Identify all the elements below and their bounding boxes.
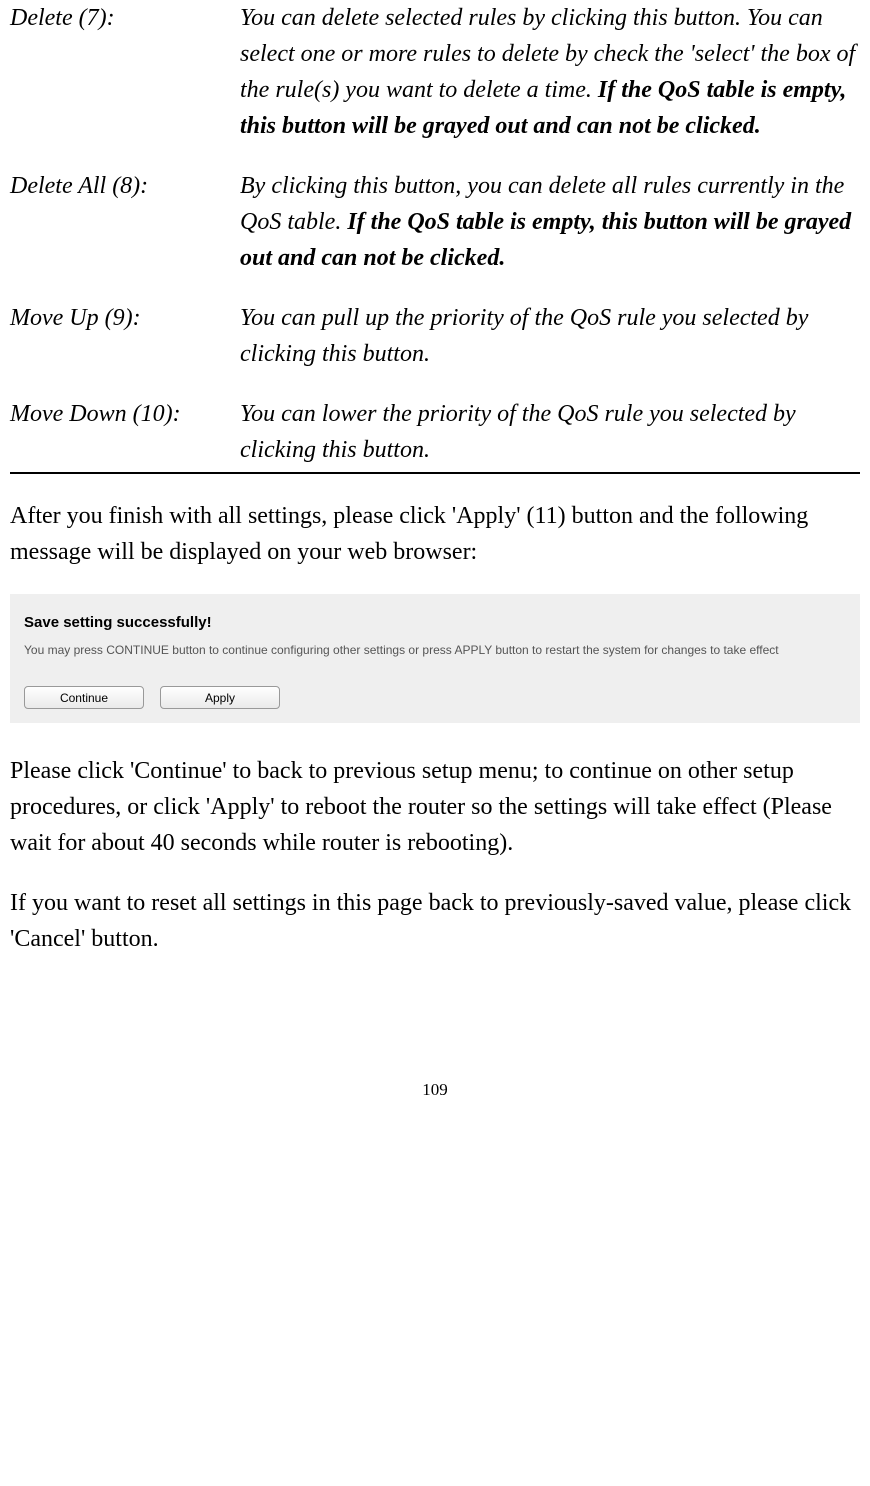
definition-term: Move Down (10):	[10, 396, 240, 468]
paragraph-reset-instructions: If you want to reset all settings in thi…	[10, 885, 860, 957]
desc-normal-text: You can lower the priority of the QoS ru…	[240, 401, 796, 463]
paragraph-continue-instructions: Please click 'Continue' to back to previ…	[10, 753, 860, 861]
definition-desc: By clicking this button, you can delete …	[240, 168, 860, 276]
definition-move-down: Move Down (10): You can lower the priori…	[10, 396, 860, 468]
definition-move-up: Move Up (9): You can pull up the priorit…	[10, 300, 860, 372]
section-divider	[10, 472, 860, 474]
save-success-dialog: Save setting successfully! You may press…	[10, 594, 860, 723]
definition-delete-all: Delete All (8): By clicking this button,…	[10, 168, 860, 276]
desc-normal-text: You can pull up the priority of the QoS …	[240, 305, 808, 367]
definition-term: Delete All (8):	[10, 168, 240, 276]
definition-desc: You can delete selected rules by clickin…	[240, 0, 860, 144]
definition-desc: You can pull up the priority of the QoS …	[240, 300, 860, 372]
continue-button[interactable]: Continue	[24, 686, 144, 709]
dialog-title: Save setting successfully!	[24, 612, 846, 635]
dialog-text: You may press CONTINUE button to continu…	[24, 643, 846, 659]
definition-delete: Delete (7): You can delete selected rule…	[10, 0, 860, 144]
definition-list: Delete (7): You can delete selected rule…	[10, 0, 860, 468]
paragraph-apply-intro: After you finish with all settings, plea…	[10, 498, 860, 570]
page-number: 109	[10, 1077, 860, 1123]
definition-desc: You can lower the priority of the QoS ru…	[240, 396, 860, 468]
apply-button[interactable]: Apply	[160, 686, 280, 709]
dialog-button-row: Continue Apply	[24, 686, 846, 709]
definition-term: Delete (7):	[10, 0, 240, 144]
definition-term: Move Up (9):	[10, 300, 240, 372]
